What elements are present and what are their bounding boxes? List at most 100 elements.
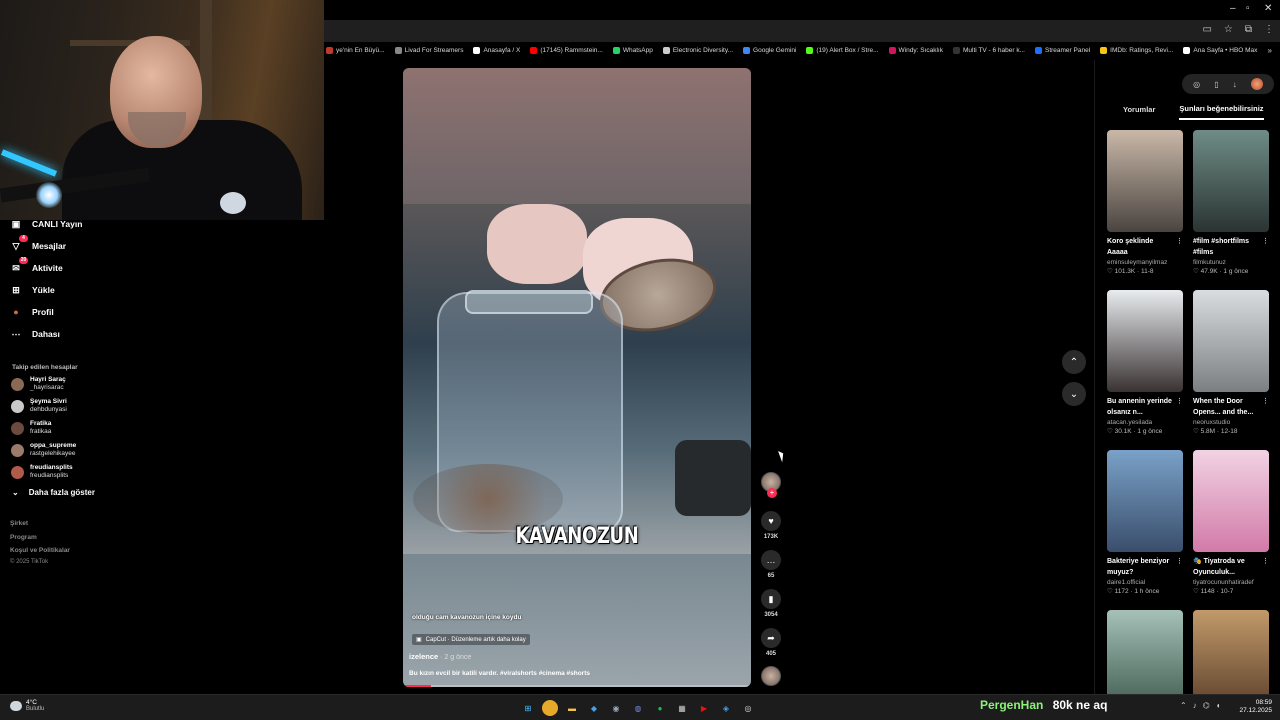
card-menu-icon[interactable]: ⋮ xyxy=(1176,396,1183,407)
maximize-button[interactable]: ▫ xyxy=(1246,3,1250,14)
bookmark-item[interactable]: Multi TV - 6 haber k... xyxy=(952,46,1025,54)
save-button[interactable]: ▮ 3054 xyxy=(759,589,783,618)
comment-button[interactable]: … 65 xyxy=(759,550,783,579)
sidebar-nav-item[interactable]: ▽ 4 Mesajlar xyxy=(10,235,66,252)
video-thumbnail[interactable] xyxy=(1193,450,1269,552)
tab-you-may-like[interactable]: Şunları beğenebilirsiniz xyxy=(1179,98,1264,120)
show-more-link[interactable]: ⌄ Daha fazla göster xyxy=(12,488,95,497)
suggested-video-card[interactable]: Bu annenin yerinde olsanız n... ⋮ atacan.y… xyxy=(1107,290,1183,435)
video-tags[interactable]: Bu kızın evcil bir katili vardır. #viral… xyxy=(409,670,590,677)
bookmark-item[interactable]: Anasayfa / X xyxy=(473,46,520,54)
footer-company[interactable]: Şirket xyxy=(10,520,28,527)
minimize-button[interactable]: – xyxy=(1230,3,1236,14)
sidebar-nav-item[interactable]: ✉ 20 Aktivite xyxy=(10,257,63,274)
bookmark-item[interactable]: Ana Sayfa • HBO Max xyxy=(1183,46,1257,54)
sidebar-nav-item[interactable]: ● Profil xyxy=(10,306,53,318)
user-avatar[interactable] xyxy=(1250,78,1263,90)
following-account[interactable]: Fratika fratikaa xyxy=(11,420,51,436)
calculator-icon[interactable]: ▦ xyxy=(674,700,690,716)
spotify-icon[interactable]: ● xyxy=(652,700,668,716)
steam-icon[interactable]: ◉ xyxy=(608,700,624,716)
following-account[interactable]: Şeyma Sivri dehbdunyasi xyxy=(11,398,67,414)
overflow-chevron-icon[interactable]: » xyxy=(1267,46,1271,55)
suggested-video-card[interactable]: 🎭 Tiyatroda ve Oyunculuk... ⋮ tiyatrocunun… xyxy=(1193,450,1269,595)
sidebar-nav-item[interactable]: ⋯ Dahası xyxy=(10,328,60,340)
bookmark-item[interactable]: Google Gemini xyxy=(743,46,796,54)
card-username[interactable]: daire1.official xyxy=(1107,579,1183,586)
suggested-video-card[interactable]: Koro şeklinde Aaaaa ⋮ eminsuleymanyilmaz ♡ … xyxy=(1107,130,1183,275)
card-menu-icon[interactable]: ⋮ xyxy=(1262,396,1269,407)
chevron-up-icon: ⌃ xyxy=(1069,356,1079,368)
card-username[interactable]: tiyatrocununhatiradef xyxy=(1193,579,1269,586)
following-account[interactable]: oppa_supreme rastgelehikayee xyxy=(11,442,76,458)
follow-plus-icon[interactable]: + xyxy=(767,488,777,498)
suggested-video-card[interactable]: When the Door Opens... and the... ⋮ neorux… xyxy=(1193,290,1269,435)
video-progress-bar[interactable] xyxy=(403,685,751,687)
weather-widget[interactable]: 4°C Bulutlu xyxy=(10,699,44,713)
card-username[interactable]: eminsuleymanyilmaz xyxy=(1107,259,1183,266)
video-player[interactable]: KAVANOZUN olduğu cam kavanozun içine koy… xyxy=(403,68,751,687)
bookmark-favicon-icon xyxy=(394,46,402,54)
close-button[interactable]: ✕ xyxy=(1264,3,1272,14)
video-author[interactable]: izelence xyxy=(409,652,438,661)
card-menu-icon[interactable]: ⋮ xyxy=(1176,556,1183,567)
clock[interactable]: 08:59 27.12.2025 xyxy=(1239,699,1272,715)
bookmark-item[interactable]: Livad For Streamers xyxy=(394,46,463,54)
download-icon[interactable]: ↓ xyxy=(1233,80,1237,89)
card-username[interactable]: neoruxstudio xyxy=(1193,419,1269,426)
card-username[interactable]: atacan.yesilada xyxy=(1107,419,1183,426)
share-button[interactable]: ➦ 405 xyxy=(759,628,783,657)
chrome-icon[interactable] xyxy=(542,700,558,716)
suggested-video-card[interactable]: Bakteriye benziyor muyuz? ⋮ daire1.officia… xyxy=(1107,450,1183,595)
file-explorer-icon[interactable]: ▬ xyxy=(564,700,580,716)
card-menu-icon[interactable]: ⋮ xyxy=(1262,556,1269,567)
bookmark-item[interactable]: IMDb: Ratings, Revi... xyxy=(1100,46,1173,54)
video-thumbnail[interactable] xyxy=(1193,290,1269,392)
video-thumbnail[interactable] xyxy=(1107,450,1183,552)
capcut-link[interactable]: ▣ CapCut · Düzenleme artık daha kolay xyxy=(412,634,530,645)
footer-program[interactable]: Program xyxy=(10,534,37,541)
discord-icon[interactable]: ◍ xyxy=(630,700,646,716)
next-video-button[interactable]: ⌄ xyxy=(1062,382,1086,406)
bookmark-item[interactable]: WhatsApp xyxy=(612,46,653,54)
mic-icon[interactable]: ♪ xyxy=(1193,701,1197,710)
bookmark-item[interactable]: Electronic Diversity... xyxy=(662,46,733,54)
tab-comments[interactable]: Yorumlar xyxy=(1123,98,1155,120)
obs-icon[interactable]: ◎ xyxy=(740,700,756,716)
previous-video-button[interactable]: ⌃ xyxy=(1062,350,1086,374)
video-thumbnail[interactable] xyxy=(1193,130,1269,232)
sidebar-nav-item[interactable]: ▣ CANLI Yayın xyxy=(10,218,83,230)
bookmark-item[interactable]: Windy: Sıcaklık xyxy=(888,46,943,54)
tray-chevron-icon[interactable]: ⌃ xyxy=(1180,701,1187,710)
creator-avatar-button[interactable]: + xyxy=(759,472,783,498)
video-thumbnail[interactable] xyxy=(1107,290,1183,392)
next-app-icon[interactable]: ▶ xyxy=(696,700,712,716)
volume-icon[interactable]: ◖ xyxy=(1216,701,1221,710)
sidebar-nav-item[interactable]: ⊞ Yükle xyxy=(10,284,54,296)
card-menu-icon[interactable]: ⋮ xyxy=(1176,236,1183,247)
network-icon[interactable]: ⌬ xyxy=(1203,701,1210,710)
bookmark-item[interactable]: ye'nin En Büyü... xyxy=(326,46,385,54)
extensions-icon[interactable]: ⧉ xyxy=(1245,24,1252,35)
bookmark-item[interactable]: (19) Alert Box / Stre... xyxy=(806,46,879,54)
card-username[interactable]: filmkutunuz xyxy=(1193,259,1269,266)
card-menu-icon[interactable]: ⋮ xyxy=(1262,236,1269,247)
menu-icon[interactable]: ⋮ xyxy=(1264,24,1274,35)
bookmark-item[interactable]: (17145) Rammstein... xyxy=(530,46,603,54)
footer-terms[interactable]: Koşul ve Politikalar xyxy=(10,547,70,554)
app-icon[interactable]: ◈ xyxy=(718,700,734,716)
cast-icon[interactable]: ▭ xyxy=(1202,24,1211,35)
following-account[interactable]: Hayri Saraç _hayrisarac xyxy=(11,376,66,392)
address-bar[interactable]: ▭ ☆ ⧉ ⋮ xyxy=(324,20,1280,42)
star-icon[interactable]: ☆ xyxy=(1224,24,1233,35)
like-button[interactable]: ♥ 173K xyxy=(759,511,783,540)
compass-icon[interactable]: ◎ xyxy=(1193,80,1200,89)
windows-start-icon[interactable]: ⊞ xyxy=(520,700,536,716)
following-account[interactable]: freudiansplits freudiansplits xyxy=(11,464,73,480)
vscode-icon[interactable]: ◆ xyxy=(586,700,602,716)
music-disc-button[interactable] xyxy=(759,666,783,686)
suggested-video-card[interactable]: #film #shortfilms #films ⋮ filmkutunuz ♡ 47… xyxy=(1193,130,1269,275)
device-icon[interactable]: ▯ xyxy=(1214,80,1218,89)
bookmark-item[interactable]: Streamer Panel xyxy=(1034,46,1090,54)
video-thumbnail[interactable] xyxy=(1107,130,1183,232)
